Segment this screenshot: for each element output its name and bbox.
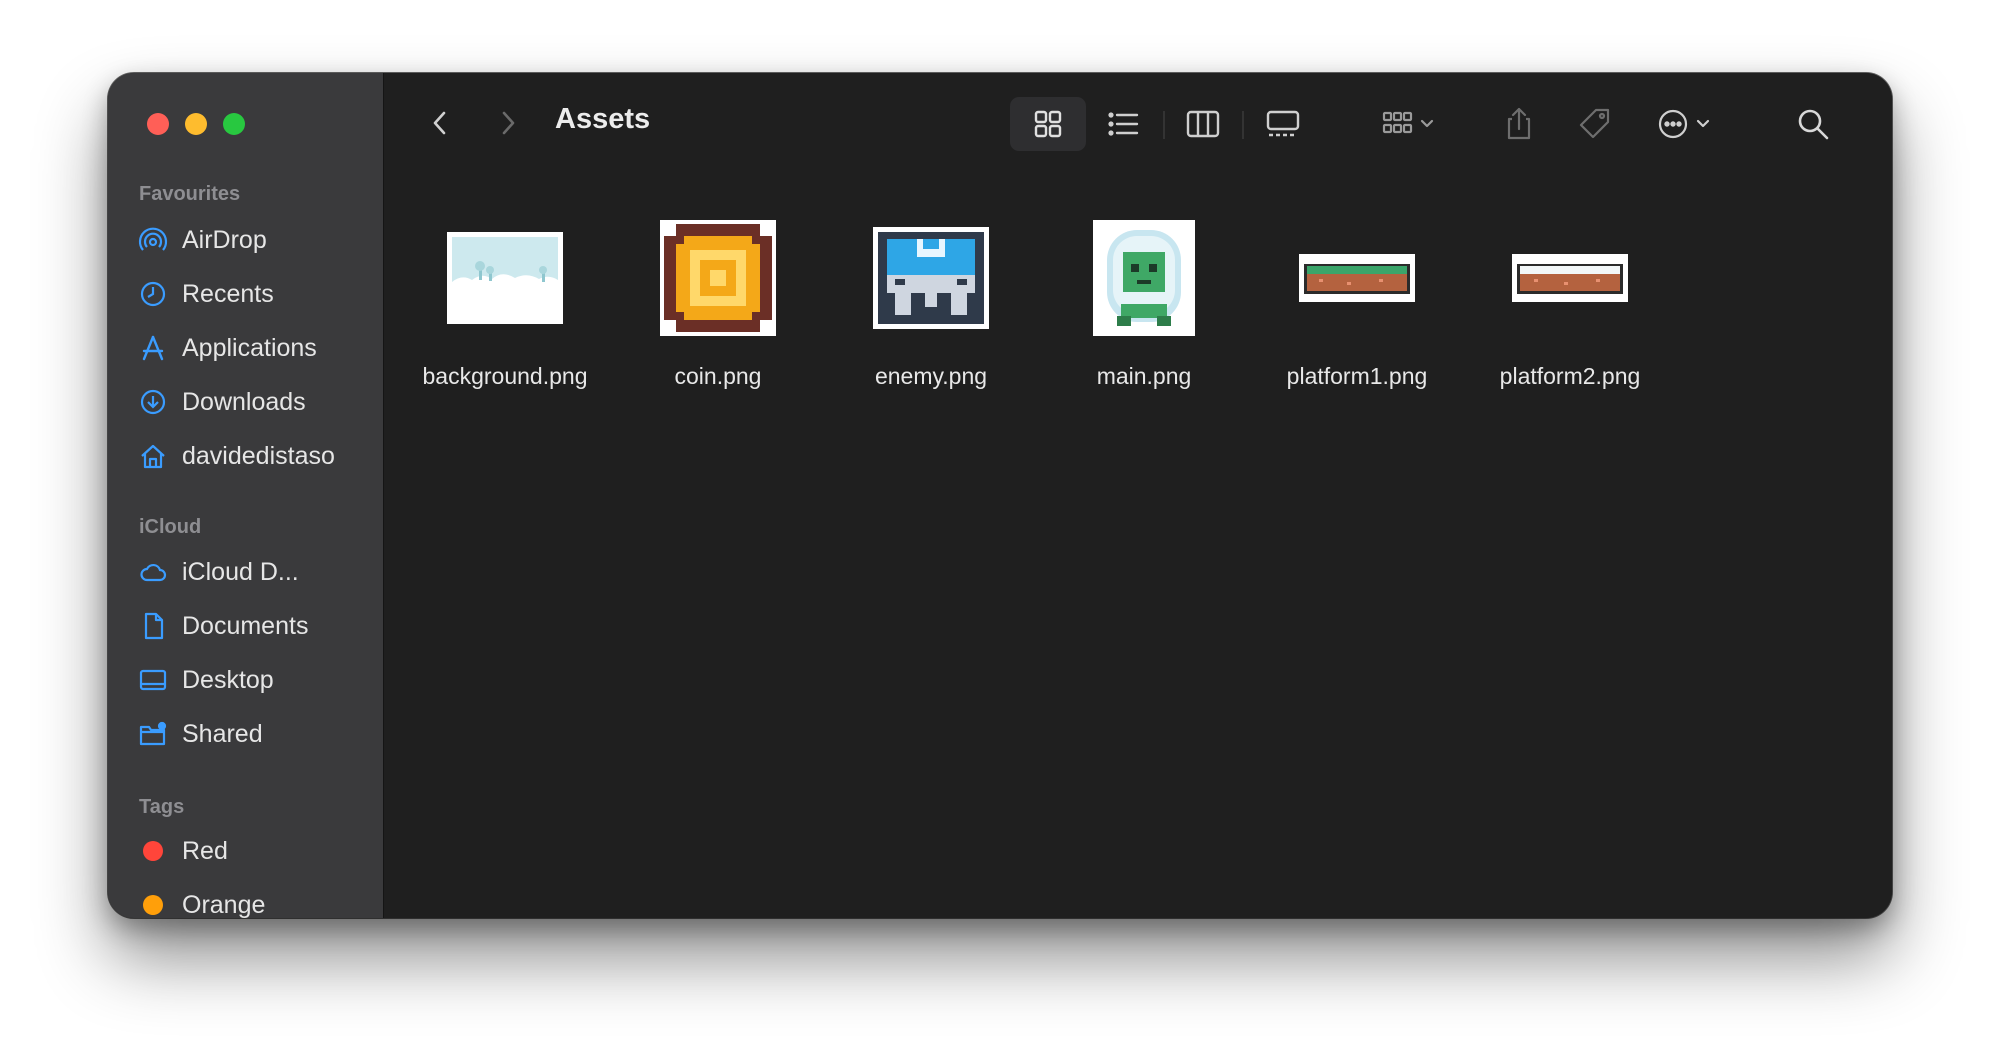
orange-tag-dot <box>136 888 170 918</box>
sidebar: Favourites AirDrop Recents Applications … <box>108 73 384 918</box>
clock-icon <box>136 277 170 311</box>
gallery-view-button[interactable] <box>1250 97 1316 151</box>
image-thumbnail <box>1470 203 1670 353</box>
tag-button[interactable] <box>1570 97 1620 151</box>
file-item[interactable]: platform1.png <box>1257 203 1457 390</box>
tag-icon <box>1579 108 1610 139</box>
sidebar-item-documents[interactable]: Documents <box>136 604 374 648</box>
section-title-tags: Tags <box>139 796 185 818</box>
sidebar-item-label: Orange <box>182 890 266 919</box>
airdrop-icon <box>136 223 170 257</box>
gallery-view-icon <box>1266 110 1300 137</box>
red-tag-dot <box>136 834 170 868</box>
forward-icon <box>502 111 515 135</box>
sidebar-item-tag-red[interactable]: Red <box>136 829 374 873</box>
sidebar-item-home[interactable]: davidedistaso <box>136 434 374 478</box>
more-icon <box>1658 109 1710 139</box>
finder-window: Favourites AirDrop Recents Applications … <box>108 73 1892 918</box>
desktop-icon <box>136 663 170 697</box>
search-button[interactable] <box>1788 97 1838 151</box>
file-name: platform2.png <box>1499 363 1641 389</box>
image-thumbnail <box>1257 203 1457 353</box>
sidebar-item-label: Shared <box>182 719 263 748</box>
sidebar-item-desktop[interactable]: Desktop <box>136 658 374 702</box>
content-area: Assets background.png coin.png enemy.png… <box>384 73 1892 918</box>
icon-view-button[interactable] <box>1010 97 1086 151</box>
file-name: coin.png <box>674 363 762 389</box>
sidebar-item-label: Red <box>182 836 228 865</box>
more-actions-button[interactable] <box>1646 97 1726 151</box>
image-thumbnail <box>1044 203 1244 353</box>
file-name: enemy.png <box>874 363 988 389</box>
file-item[interactable]: platform2.png <box>1470 203 1670 390</box>
sidebar-item-shared[interactable]: Shared <box>136 712 374 756</box>
sidebar-item-label: Downloads <box>182 387 306 416</box>
group-button[interactable] <box>1370 97 1450 151</box>
window-controls <box>147 113 245 135</box>
image-thumbnail <box>831 203 1031 353</box>
sidebar-item-label: iCloud D... <box>182 557 299 586</box>
list-view-button[interactable] <box>1090 97 1156 151</box>
icon-view-icon <box>1034 110 1062 138</box>
sidebar-item-label: davidedistaso <box>182 441 335 470</box>
maximize-window-button[interactable] <box>223 113 245 135</box>
sidebar-item-icloud-drive[interactable]: iCloud D... <box>136 550 374 594</box>
list-view-icon <box>1108 112 1139 136</box>
sidebar-item-label: Applications <box>182 333 317 362</box>
close-window-button[interactable] <box>147 113 169 135</box>
file-item[interactable]: main.png <box>1044 203 1244 390</box>
image-thumbnail <box>405 203 605 353</box>
image-thumbnail <box>618 203 818 353</box>
cloud-icon <box>136 555 170 589</box>
sidebar-item-recents[interactable]: Recents <box>136 272 374 316</box>
column-view-icon <box>1186 110 1220 138</box>
window-title: Assets <box>555 103 651 135</box>
column-view-button[interactable] <box>1170 97 1236 151</box>
toolbar-separator <box>1163 111 1165 139</box>
section-title-icloud: iCloud <box>139 516 202 538</box>
minimize-window-button[interactable] <box>185 113 207 135</box>
sidebar-item-downloads[interactable]: Downloads <box>136 380 374 424</box>
file-item[interactable]: enemy.png <box>831 203 1031 390</box>
share-icon <box>1507 107 1531 140</box>
sidebar-item-airdrop[interactable]: AirDrop <box>136 218 374 262</box>
toolbar-separator <box>1242 111 1244 139</box>
shared-folder-icon <box>136 717 170 751</box>
download-icon <box>136 385 170 419</box>
sidebar-item-label: Recents <box>182 279 274 308</box>
section-title-favourites: Favourites <box>139 183 241 205</box>
sidebar-item-tag-orange[interactable]: Orange <box>136 883 374 918</box>
back-button[interactable] <box>420 103 460 143</box>
share-button[interactable] <box>1494 97 1544 151</box>
file-item[interactable]: coin.png <box>618 203 818 390</box>
file-item[interactable]: background.png <box>405 203 605 390</box>
sidebar-item-applications[interactable]: Applications <box>136 326 374 370</box>
back-icon <box>433 111 446 135</box>
toolbar: Assets <box>384 73 1892 177</box>
sidebar-item-label: Documents <box>182 611 309 640</box>
applications-icon <box>136 331 170 365</box>
forward-button[interactable] <box>488 103 528 143</box>
file-name: main.png <box>1096 363 1192 389</box>
document-icon <box>136 609 170 643</box>
file-name: background.png <box>422 363 588 389</box>
sidebar-item-label: AirDrop <box>182 225 267 254</box>
group-icon <box>1382 111 1434 134</box>
sidebar-item-label: Desktop <box>182 665 274 694</box>
search-icon <box>1798 109 1829 140</box>
home-icon <box>136 439 170 473</box>
file-name: platform1.png <box>1286 363 1428 389</box>
